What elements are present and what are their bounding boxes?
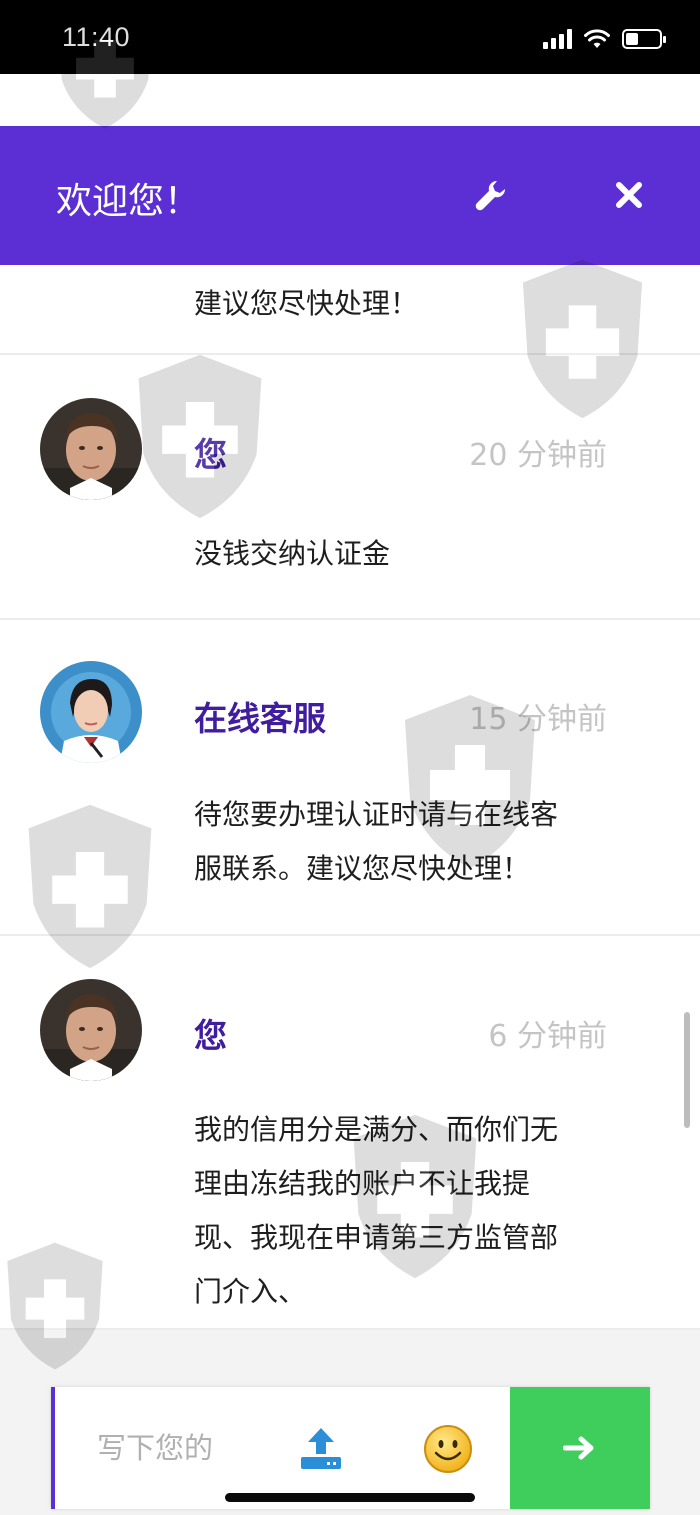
message-time: 6 分钟前 xyxy=(488,1019,607,1054)
message-line: 门介入、 xyxy=(194,1275,307,1308)
message-item: 您 20 分钟前 没钱交纳认证金 xyxy=(0,355,700,619)
arrow-right-icon xyxy=(563,1436,594,1460)
wrench-icon xyxy=(475,180,506,211)
message-list[interactable]: 建议您尽快处理！ 您 20 分钟前 没钱交纳认证金 在线客服 15 分钟前 待您… xyxy=(0,265,700,1330)
user-avatar[interactable] xyxy=(40,979,142,1081)
status-bar: 11:40 xyxy=(0,0,700,74)
message-line: 待您要办理认证时请与在线客 xyxy=(194,798,559,831)
message-line: 服联系。建议您尽快处理！ xyxy=(194,852,531,885)
battery-icon xyxy=(622,29,666,49)
agent-avatar[interactable] xyxy=(40,661,142,763)
message-time: 15 分钟前 xyxy=(469,702,607,737)
message-item: 建议您尽快处理！ xyxy=(0,265,700,355)
close-button[interactable] xyxy=(604,170,654,220)
upload-button[interactable] xyxy=(297,1425,345,1473)
signal-icon xyxy=(543,29,572,49)
wifi-icon xyxy=(584,29,610,48)
scrollbar[interactable] xyxy=(684,1012,690,1128)
close-icon xyxy=(616,182,642,208)
user-avatar[interactable] xyxy=(40,398,142,500)
message-text: 待您要办理认证时请与在线客 服联系。建议您尽快处理！ xyxy=(194,788,604,896)
message-item: 您 6 分钟前 我的信用分是满分、而你们无 理由冻结我的账户不让我提 现、我现在… xyxy=(0,936,700,1330)
status-time: 11:40 xyxy=(62,22,131,52)
settings-button[interactable] xyxy=(466,170,516,220)
emoji-button[interactable] xyxy=(422,1423,474,1475)
message-time: 20 分钟前 xyxy=(469,438,607,473)
home-indicator[interactable] xyxy=(225,1493,475,1502)
upload-icon xyxy=(301,1428,341,1469)
message-line: 我的信用分是满分、而你们无 xyxy=(194,1113,559,1146)
message-composer xyxy=(51,1387,650,1509)
message-input[interactable] xyxy=(97,1425,247,1471)
status-icons xyxy=(543,24,666,54)
message-text: 建议您尽快处理！ xyxy=(194,287,419,320)
sender-name: 您 xyxy=(194,1016,227,1055)
send-button[interactable] xyxy=(510,1387,650,1509)
sender-name: 您 xyxy=(194,435,227,474)
message-item: 在线客服 15 分钟前 待您要办理认证时请与在线客 服联系。建议您尽快处理！ xyxy=(0,620,700,936)
composer-area xyxy=(0,1330,700,1515)
message-line: 理由冻结我的账户不让我提 xyxy=(194,1167,531,1200)
header-title: 欢迎您！ xyxy=(56,181,201,222)
chat-header: 欢迎您！ xyxy=(0,126,700,265)
sender-name: 在线客服 xyxy=(194,699,326,738)
message-line: 现、我现在申请第三方监管部 xyxy=(194,1221,559,1254)
message-text: 没钱交纳认证金 xyxy=(194,537,391,570)
smiley-emoji-icon xyxy=(424,1425,472,1473)
message-text: 我的信用分是满分、而你们无 理由冻结我的账户不让我提 现、我现在申请第三方监管部… xyxy=(194,1103,604,1319)
